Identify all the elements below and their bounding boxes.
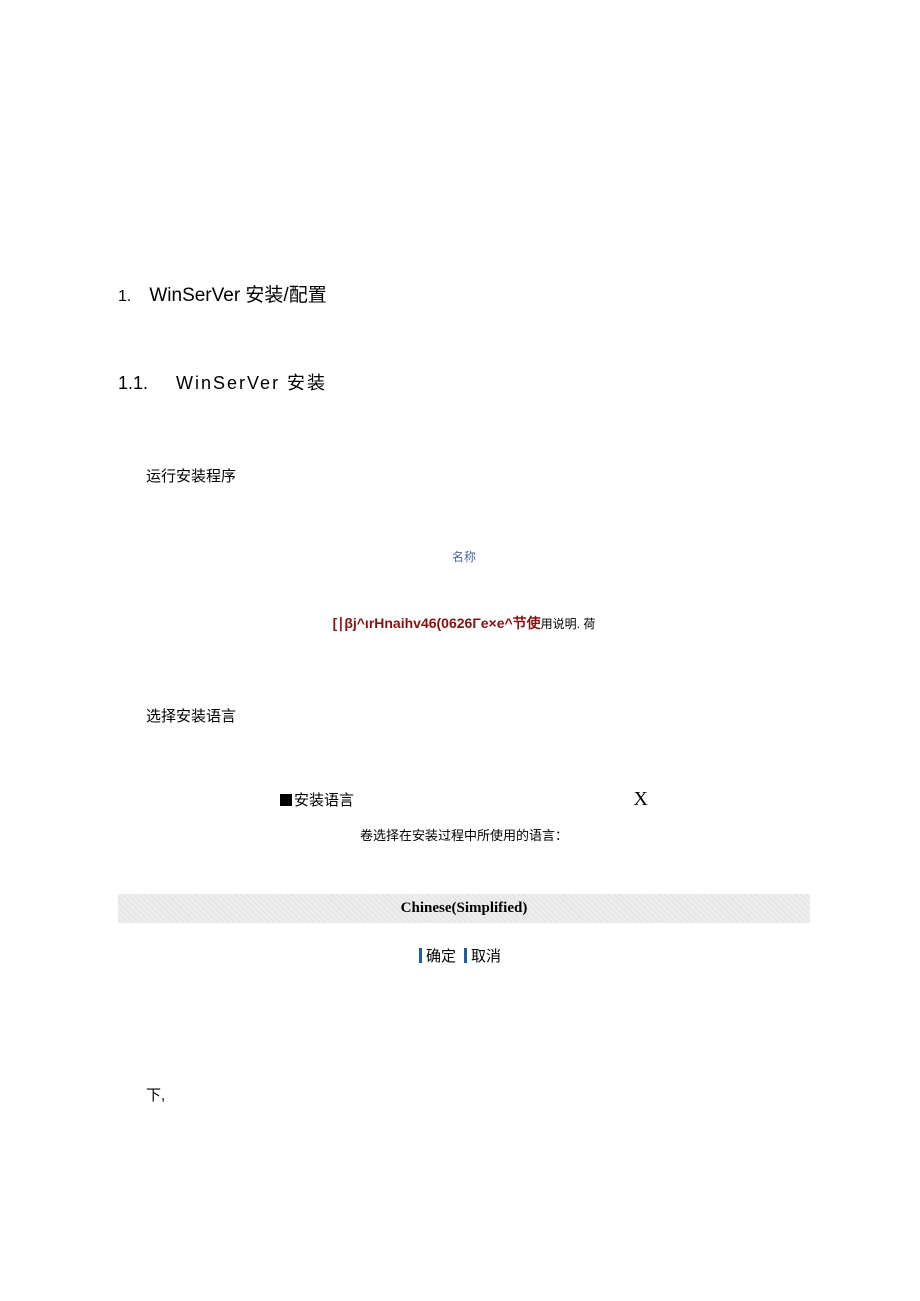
installer-file-name: [∣βj^ιrHnaihv46(0626Γe×e^节使 [333, 615, 541, 631]
dialog-titlebar: 安装语言 X [274, 788, 654, 811]
paragraph-next: 下, [146, 1084, 810, 1105]
heading-1: 1. WinSerVer 安装/配置 [118, 280, 810, 307]
divider-icon [419, 948, 422, 963]
dialog-subtitle: 卷选择在安装过程中所使用的语言： [118, 825, 810, 844]
heading-2-text: WinSerVer 安装 [176, 369, 327, 395]
document-page: 1. WinSerVer 安装/配置 1.1. WinSerVer 安装 运行安… [0, 0, 920, 1105]
heading-1-text: WinSerVer 安装/配置 [149, 280, 326, 307]
installer-file-line: [∣βj^ιrHnaihv46(0626Γe×e^节使用说明. 荷 [118, 613, 810, 633]
paragraph-run-installer: 运行安装程序 [146, 465, 810, 486]
close-icon[interactable]: X [634, 788, 648, 811]
language-select[interactable]: Chinese(Simplified) [118, 894, 810, 923]
divider-icon [464, 948, 467, 963]
cancel-button[interactable]: 取消 [471, 948, 501, 965]
app-icon [280, 794, 292, 806]
dialog-title: 安装语言 [280, 789, 354, 810]
dialog-title-text: 安装语言 [294, 789, 354, 810]
heading-2: 1.1. WinSerVer 安装 [118, 369, 810, 395]
column-header-name: 名称 [118, 548, 810, 565]
dialog-buttons: 确定取消 [118, 945, 810, 966]
heading-2-number: 1.1. [118, 373, 148, 394]
language-dialog: 安装语言 X 卷选择在安装过程中所使用的语言： [118, 788, 810, 844]
ok-button[interactable]: 确定 [426, 948, 456, 965]
heading-1-number: 1. [118, 288, 131, 306]
paragraph-select-language: 选择安装语言 [146, 705, 810, 726]
installer-file-tail: 用说明. 荷 [541, 617, 596, 631]
